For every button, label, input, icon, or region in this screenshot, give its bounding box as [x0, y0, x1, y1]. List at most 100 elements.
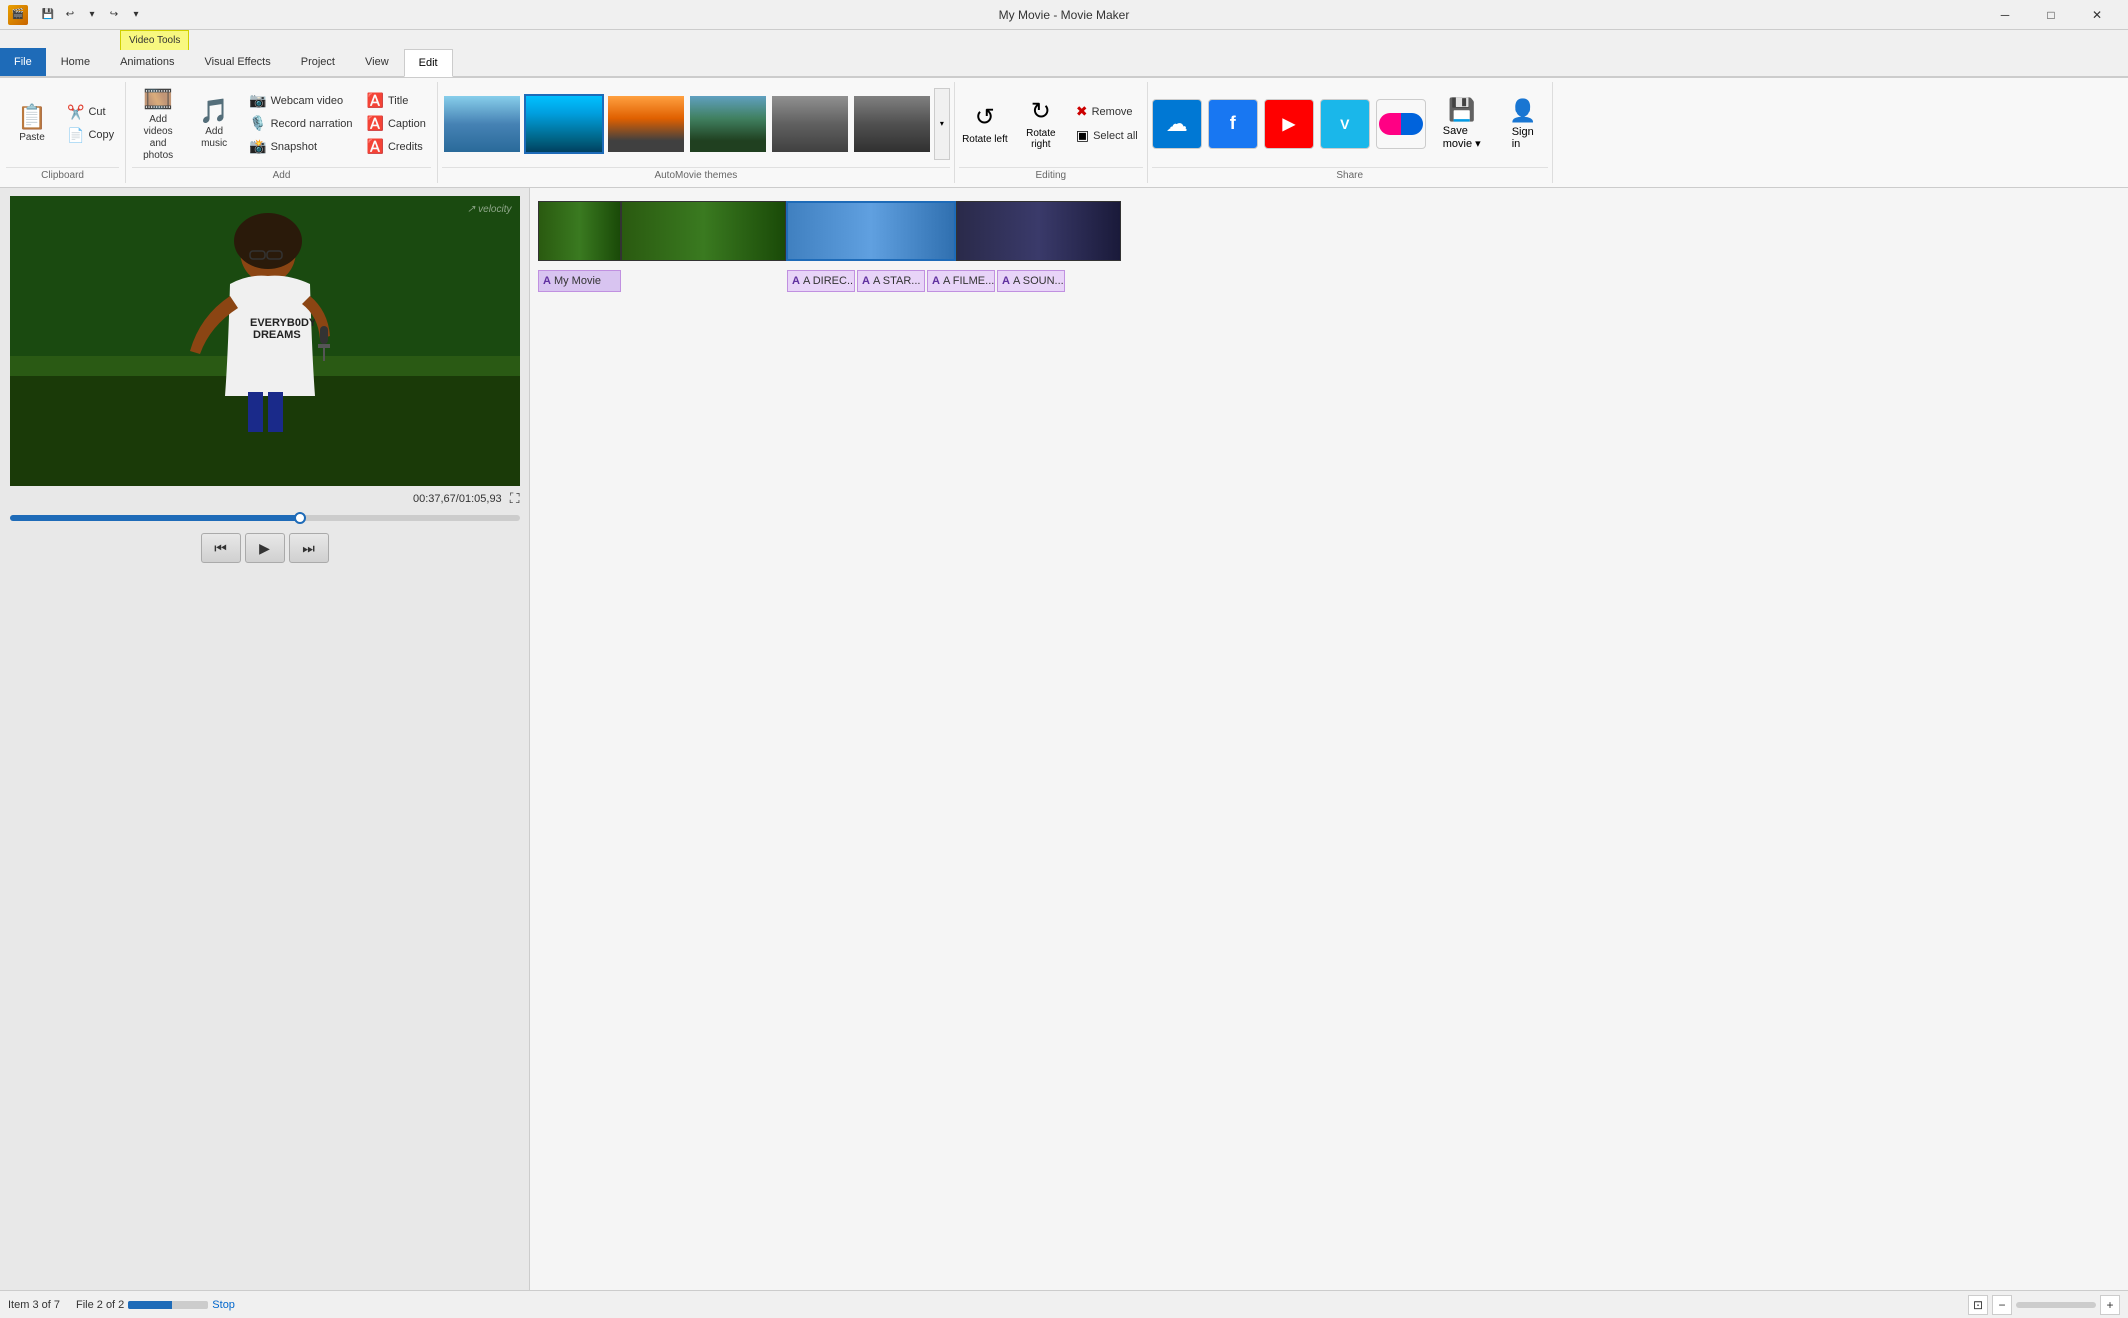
maximize-btn[interactable]: □	[2028, 0, 2074, 30]
group-editing: ↺ Rotate left ↻ Rotate right ✖ Remove ▣ …	[955, 82, 1148, 183]
zoom-in-button[interactable]: +	[2100, 1295, 2120, 1315]
undo-dropdown-btn[interactable]: ▾	[82, 5, 102, 25]
theme-4[interactable]	[688, 94, 768, 154]
paste-button[interactable]: 📋 Paste	[6, 88, 58, 160]
remove-button[interactable]: ✖ Remove	[1071, 101, 1143, 123]
sign-in-icon: 👤	[1509, 98, 1536, 124]
tab-animations[interactable]: Animations	[105, 48, 189, 76]
sign-in-label: Signin	[1512, 126, 1534, 150]
add-videos-button[interactable]: 🎞️ Add videosand photos	[132, 88, 184, 160]
title-button[interactable]: 🅰️ Title	[362, 90, 431, 112]
group-themes: ▾ AutoMovie themes	[438, 82, 955, 183]
redo-btn[interactable]: ↪	[104, 5, 124, 25]
preview-seekbar[interactable]	[10, 515, 520, 521]
prev-frame-button[interactable]: ⏮	[201, 533, 241, 563]
add-videos-label: Add videosand photos	[135, 114, 181, 162]
snapshot-button[interactable]: 📸 Snapshot	[244, 136, 357, 158]
progress-fill	[10, 515, 301, 521]
svg-text:DREAMS: DREAMS	[253, 329, 301, 341]
text-clip-star[interactable]: A A STAR...	[857, 270, 925, 292]
zoom-out-button[interactable]: −	[1992, 1295, 2012, 1315]
vimeo-button[interactable]: V	[1320, 99, 1370, 149]
rotate-right-icon: ↻	[1031, 97, 1051, 126]
text-clip-soun[interactable]: A A SOUN...	[997, 270, 1065, 292]
themes-scroll-down[interactable]: ▾	[934, 88, 950, 160]
youtube-button[interactable]: ▶	[1264, 99, 1314, 149]
window-controls: ─ □ ✕	[1982, 0, 2120, 30]
webcam-button[interactable]: 📷 Webcam video	[244, 90, 357, 112]
text-clip-direc[interactable]: A A DIREC...	[787, 270, 855, 292]
save-btn[interactable]: 💾	[38, 5, 58, 25]
timeline-clip-4[interactable]	[956, 201, 1121, 261]
save-movie-button[interactable]: 💾 Savemovie ▾	[1432, 88, 1492, 160]
stop-button[interactable]: Stop	[212, 1299, 235, 1311]
tab-file[interactable]: File	[0, 48, 46, 76]
tab-project[interactable]: Project	[286, 48, 350, 76]
file-label: File 2 of 2	[76, 1299, 124, 1311]
file-progress-bar	[128, 1301, 208, 1309]
select-all-icon: ▣	[1076, 127, 1089, 144]
caption-button[interactable]: 🅰️ Caption	[362, 113, 431, 135]
text-clip-star-icon: A	[862, 275, 870, 287]
text-clip-filme-icon: A	[932, 275, 940, 287]
tab-visual-effects[interactable]: Visual Effects	[190, 48, 286, 76]
cut-button[interactable]: ✂️ Cut	[62, 101, 119, 123]
rotate-left-button[interactable]: ↺ Rotate left	[959, 88, 1011, 160]
cut-icon: ✂️	[67, 104, 84, 121]
credits-button[interactable]: 🅰️ Credits	[362, 136, 431, 158]
credits-label: Credits	[388, 141, 423, 153]
theme-5[interactable]	[770, 94, 850, 154]
preview-controls: ⏮ ▶ ⏭	[201, 533, 329, 563]
select-all-button[interactable]: ▣ Select all	[1071, 125, 1143, 147]
theme-6[interactable]	[852, 94, 932, 154]
flickr-button[interactable]	[1376, 99, 1426, 149]
theme-2[interactable]	[524, 94, 604, 154]
close-btn[interactable]: ✕	[2074, 0, 2120, 30]
zoom-controls: ⊡ − +	[1968, 1295, 2120, 1315]
undo-btn[interactable]: ↩	[60, 5, 80, 25]
copy-button[interactable]: 📄 Copy	[62, 124, 119, 146]
timeline-clip-2[interactable]	[621, 201, 786, 261]
sign-in-button[interactable]: 👤 Signin	[1498, 88, 1548, 160]
theme-1[interactable]	[442, 94, 522, 154]
tab-view[interactable]: View	[350, 48, 404, 76]
record-narration-button[interactable]: 🎙️ Record narration	[244, 113, 357, 135]
next-frame-button[interactable]: ⏭	[289, 533, 329, 563]
item-count-text: Item 3 of 7	[8, 1299, 60, 1311]
rotate-right-label: Rotate right	[1016, 128, 1066, 150]
add-music-button[interactable]: 🎵 Addmusic	[188, 88, 240, 160]
timeline-clip-1[interactable]	[538, 201, 621, 261]
facebook-button[interactable]: f	[1208, 99, 1258, 149]
theme-3[interactable]	[606, 94, 686, 154]
ribbon-tabs: File Home Animations Visual Effects Proj…	[0, 50, 2128, 78]
ribbon-content: 📋 Paste ✂️ Cut 📄 Copy Clipboard 🎞️ Add v…	[0, 78, 2128, 188]
tab-home[interactable]: Home	[46, 48, 105, 76]
zoom-slider[interactable]	[2016, 1302, 2096, 1308]
webcam-label: Webcam video	[271, 95, 344, 107]
minimize-btn[interactable]: ─	[1982, 0, 2028, 30]
progress-handle[interactable]	[294, 512, 306, 524]
clipboard-col: ✂️ Cut 📄 Copy	[62, 101, 119, 146]
preview-video: EVERYB0DY DREAMS ↗ velocity	[10, 196, 520, 486]
fullscreen-button[interactable]: ⛶	[510, 490, 520, 507]
window-title: My Movie - Movie Maker	[999, 8, 1130, 22]
quick-access-toolbar: 💾 ↩ ▾ ↪ ▾	[38, 5, 146, 25]
play-button[interactable]: ▶	[245, 533, 285, 563]
snapshot-icon: 📸	[249, 138, 266, 155]
title-bar: 🎬 💾 ↩ ▾ ↪ ▾ My Movie - Movie Maker ─ □ ✕	[0, 0, 2128, 30]
text-clip-filme[interactable]: A A FILME...	[927, 270, 995, 292]
customize-btn[interactable]: ▾	[126, 5, 146, 25]
preview-time: 00:37,67/01:05,93 ⛶	[10, 486, 520, 511]
add-music-label: Addmusic	[201, 126, 227, 150]
timeline-clip-3[interactable]	[786, 201, 956, 261]
text-clip-filme-label: A FILME...	[943, 275, 994, 287]
rotate-right-button[interactable]: ↻ Rotate right	[1015, 88, 1067, 160]
text-clip-title[interactable]: A My Movie	[538, 270, 621, 292]
fit-view-button[interactable]: ⊡	[1968, 1295, 1988, 1315]
preview-pane: EVERYB0DY DREAMS ↗ velocity	[0, 188, 530, 1290]
tab-edit[interactable]: Edit	[404, 49, 453, 77]
copy-icon: 📄	[67, 127, 84, 144]
text-clip-direc-label: A DIREC...	[803, 275, 855, 287]
onedrive-button[interactable]: ☁	[1152, 99, 1202, 149]
rotate-left-icon: ↺	[975, 103, 995, 132]
